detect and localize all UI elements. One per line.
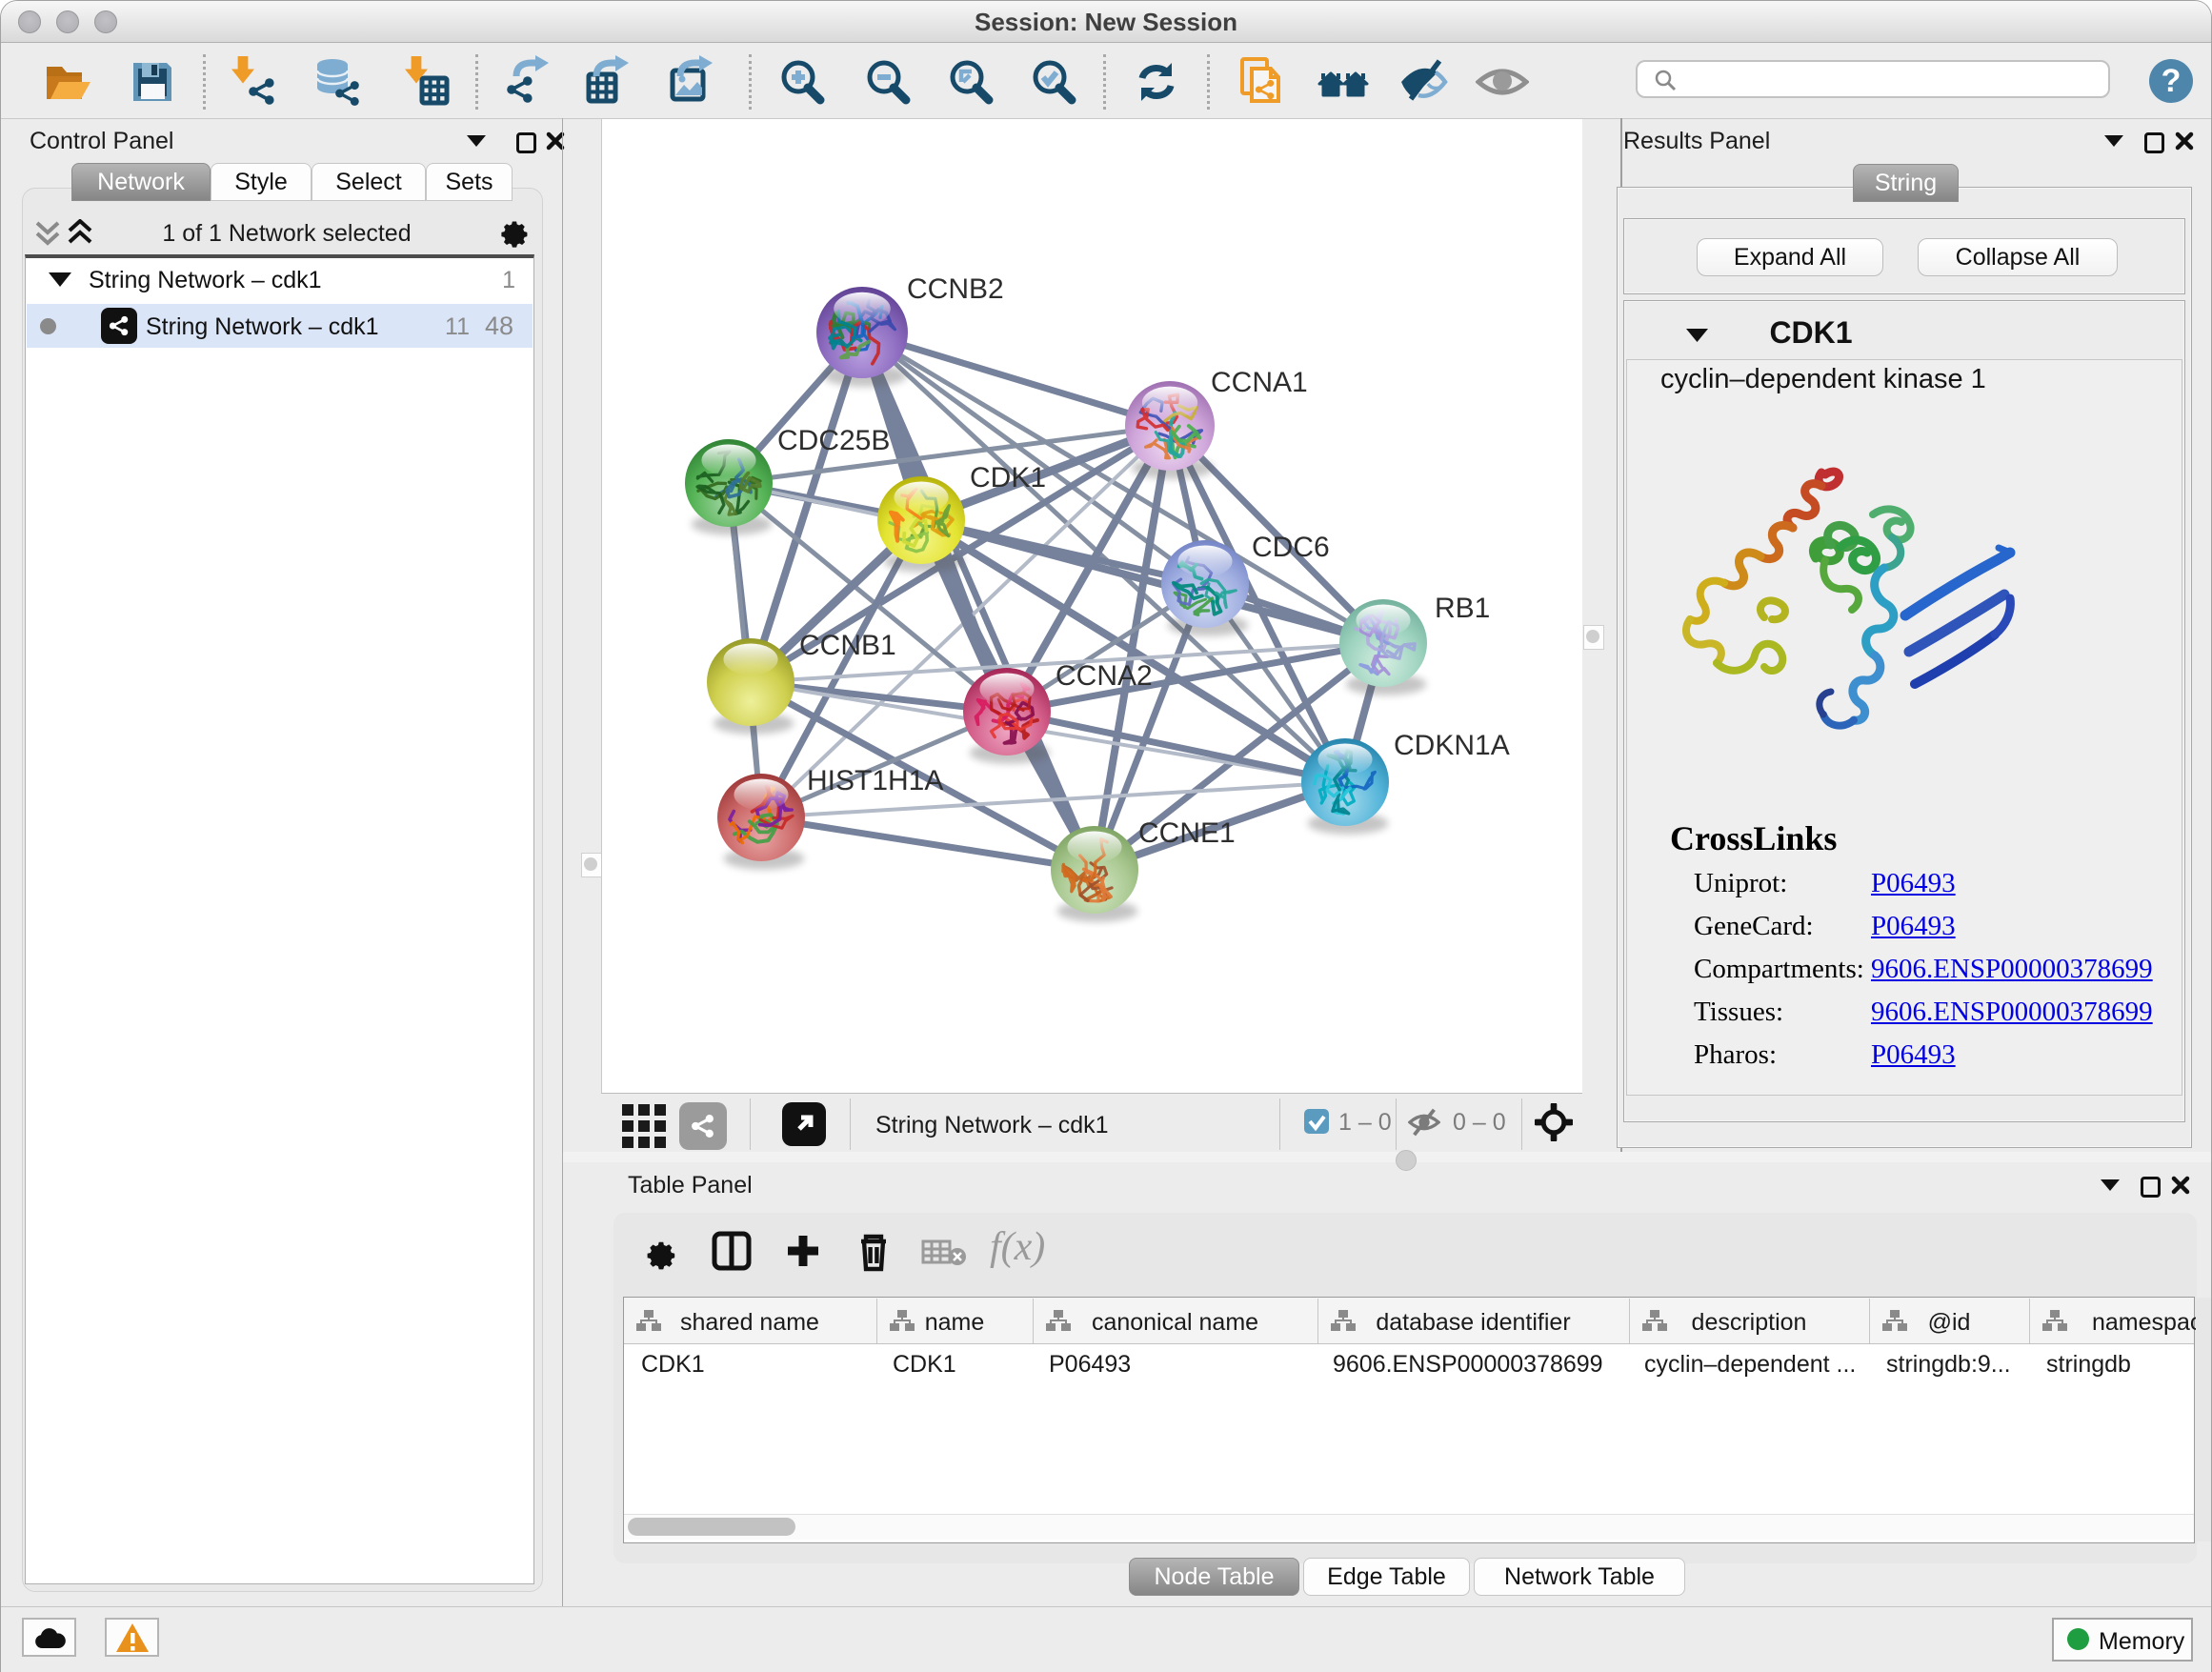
svg-text:CDKN1A: CDKN1A — [1394, 730, 1510, 761]
svg-text:RB1: RB1 — [1435, 593, 1490, 624]
svg-text:CCNE1: CCNE1 — [1138, 817, 1236, 849]
svg-text:CCNB2: CCNB2 — [907, 273, 1004, 305]
svg-text:CCNA2: CCNA2 — [1056, 660, 1153, 692]
svg-text:CCNB1: CCNB1 — [799, 630, 896, 661]
svg-text:CDK1: CDK1 — [970, 462, 1046, 494]
svg-text:CDC25B: CDC25B — [777, 425, 890, 456]
svg-text:HIST1H1A: HIST1H1A — [807, 765, 943, 796]
svg-text:CDC6: CDC6 — [1252, 532, 1330, 563]
svg-text:CCNA1: CCNA1 — [1211, 367, 1308, 398]
